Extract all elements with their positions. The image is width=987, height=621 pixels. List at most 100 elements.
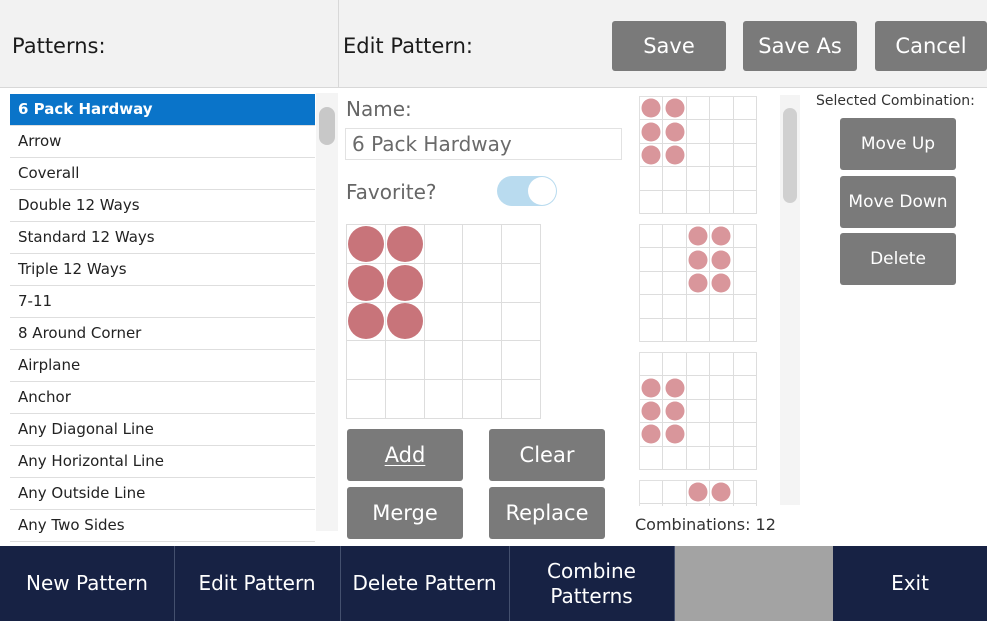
combination-cell [663,318,687,342]
combination-cell [686,318,711,342]
combination-dot [663,97,687,121]
pattern-grid-cell[interactable] [463,341,503,381]
combinations-count: Combinations: 12 [635,515,776,534]
pattern-grid-dot[interactable] [347,225,386,264]
pattern-grid-cell[interactable] [424,302,464,342]
pattern-list-scrollbar[interactable] [316,93,338,531]
pattern-list-item[interactable]: Anchor [10,382,315,414]
combination-cell [710,376,734,400]
add-button[interactable]: Add [347,429,463,481]
combination-cell [663,504,687,506]
pattern-grid-cell[interactable] [385,341,425,381]
combination-cell [686,120,711,144]
pattern-list-item[interactable]: 8 Around Corner [10,318,315,350]
pattern-list-item[interactable]: Any Horizontal Line [10,446,315,478]
combination-cell [640,504,664,506]
combination-cell [710,120,734,144]
pattern-grid-cell[interactable] [424,225,464,264]
name-label: Name: [346,97,412,121]
pattern-grid-cell[interactable] [502,263,541,303]
combination-dot [710,248,734,272]
pattern-list-scroll-thumb[interactable] [319,107,335,145]
pattern-grid-dot[interactable] [347,263,386,303]
combination-dot [686,481,711,505]
combination-cell [733,120,757,144]
combination-cell [733,97,757,121]
pattern-grid-cell[interactable] [502,225,541,264]
pattern-list-item[interactable]: Airplane [10,350,315,382]
combination-cell [640,190,664,214]
edit-pattern-button[interactable]: Edit Pattern [174,546,341,621]
pattern-grid[interactable] [346,224,541,419]
combination-thumbnail[interactable] [639,224,757,342]
pattern-list-item[interactable]: Any Diagonal Line [10,414,315,446]
combination-dot [710,504,734,506]
combination-thumbnail[interactable] [639,96,757,214]
patterns-header: Patterns: [0,0,339,88]
pattern-grid-cell[interactable] [385,380,425,419]
pattern-grid-cell[interactable] [463,302,503,342]
pattern-list-item[interactable]: Triple 12 Ways [10,254,315,286]
merge-button[interactable]: Merge [347,487,463,539]
combination-cell [686,190,711,214]
pattern-grid-dot[interactable] [385,302,425,342]
save-as-button[interactable]: Save As [743,21,857,71]
pattern-list-item[interactable]: Any Two Sides [10,510,315,542]
pattern-grid-cell[interactable] [463,225,503,264]
delete-combination-button[interactable]: Delete [840,233,956,285]
delete-pattern-button[interactable]: Delete Pattern [340,546,510,621]
new-pattern-button[interactable]: New Pattern [0,546,175,621]
combination-dot [640,423,664,447]
combination-dot [663,120,687,144]
pattern-grid-dot[interactable] [347,302,386,342]
combination-cell [733,248,757,272]
pattern-list-item[interactable]: Arrow [10,126,315,158]
pattern-list[interactable]: 6 Pack Hardway Arrow Coverall Double 12 Way… [0,88,339,546]
pattern-grid-cell[interactable] [502,341,541,381]
pattern-list-item[interactable]: Any Outside Line [10,478,315,510]
combination-cell [710,423,734,447]
pattern-grid-cell[interactable] [347,341,386,381]
combination-dot [640,120,664,144]
combination-cell [710,318,734,342]
favorite-toggle[interactable] [497,176,557,206]
combination-cell [733,446,757,470]
cancel-button[interactable]: Cancel [875,21,987,71]
move-down-button[interactable]: Move Down [840,176,956,228]
pattern-grid-cell[interactable] [502,302,541,342]
pattern-grid-cell[interactable] [502,380,541,419]
name-input[interactable] [345,128,622,160]
combinations-scroll-thumb[interactable] [783,108,797,203]
combination-cell [640,225,664,249]
pattern-grid-cell[interactable] [463,380,503,419]
move-up-button[interactable]: Move Up [840,118,956,170]
pattern-list-item[interactable]: Coverall [10,158,315,190]
pattern-grid-cell[interactable] [424,380,464,419]
pattern-grid-dot[interactable] [385,263,425,303]
pattern-grid-cell[interactable] [424,263,464,303]
combination-dot [640,376,664,400]
combination-cell [733,190,757,214]
bottom-bar-spacer [675,546,833,621]
pattern-list-item[interactable]: 7-11 [10,286,315,318]
pattern-grid-cell[interactable] [463,263,503,303]
combine-patterns-button[interactable]: Combine Patterns [509,546,675,621]
combination-cell [734,504,757,506]
combination-cell [710,446,734,470]
combination-cell [640,318,664,342]
pattern-grid-cell[interactable] [424,341,464,381]
save-button[interactable]: Save [612,21,726,71]
clear-button[interactable]: Clear [489,429,605,481]
combination-thumbnail[interactable] [639,352,757,470]
pattern-grid-cell[interactable] [347,380,386,419]
pattern-list-item[interactable]: Double 12 Ways [10,190,315,222]
combination-cell [640,248,664,272]
combination-thumbnail[interactable] [639,480,757,506]
replace-button[interactable]: Replace [489,487,605,539]
pattern-list-item[interactable]: Standard 12 Ways [10,222,315,254]
combinations-list[interactable] [633,92,801,506]
exit-button[interactable]: Exit [833,546,987,621]
combination-dot [710,481,734,505]
pattern-grid-dot[interactable] [385,225,425,264]
pattern-list-item[interactable]: 6 Pack Hardway [10,94,315,126]
